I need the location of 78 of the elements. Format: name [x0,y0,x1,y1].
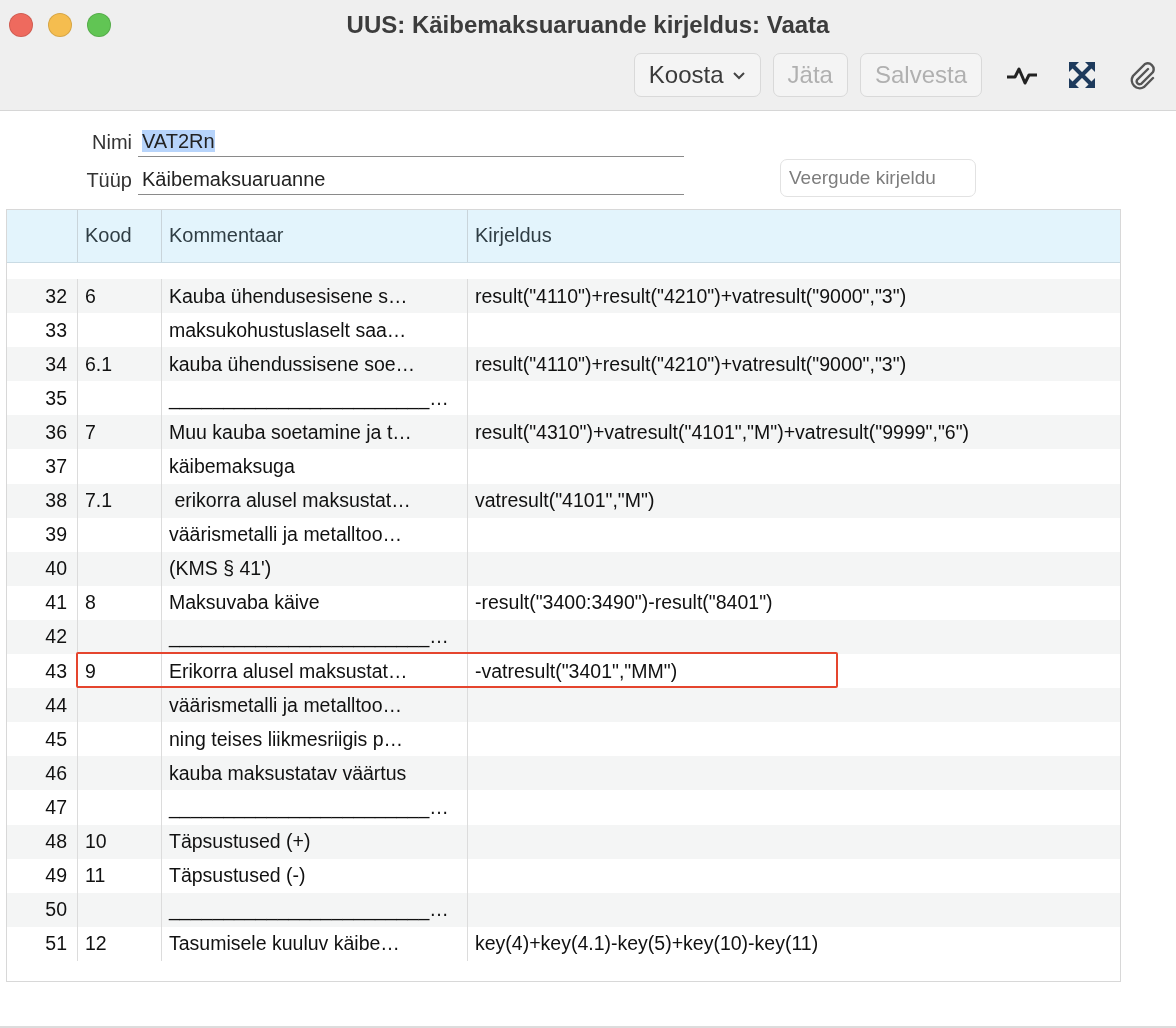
table-cell: ________________________… [169,625,449,649]
column-header[interactable]: Kommentaar [169,224,284,246]
row-number: 50 [45,898,67,922]
row-number: 39 [45,523,67,547]
row-number: 40 [45,557,67,581]
table-cell-text: erikorra alusel maksustat… [173,489,411,513]
table-cell: Täpsustused (-) [169,864,306,888]
table-cell: kauba ühendussisene soe… [169,352,416,376]
table-cell: Täpsustused (+) [169,830,311,854]
row-number: 45 [45,727,67,751]
table-row[interactable]: 48 10 Täpsustused (+) [7,824,1120,859]
table-cell: -result("3400:3490")-result("8401") [475,591,773,615]
input-field[interactable]: VAT2Rn [138,130,684,157]
input-field[interactable]: Käibemaksuaruanne [138,168,684,195]
close-button[interactable] [9,13,33,37]
chevron-icon [731,70,746,80]
table-cell: maksukohustuslaselt saa… [169,318,407,342]
row-number: 47 [45,795,67,819]
table-cell: 6.1 [85,352,113,376]
table-cell: käibemaksuga [169,455,295,478]
row-number: 49 [45,864,67,888]
table-row[interactable]: 38 7.1 erikorra alusel maksustat… vatresult("4101","M") [7,483,1120,518]
table-cell: väärismetalli ja metalltoo… [169,523,402,547]
table-row[interactable]: 44 väärismetalli ja metalltoo… [7,688,1120,723]
row-number: 37 [45,455,67,478]
table-cell: 12 [85,932,107,956]
row-number: 41 [45,591,67,615]
table-cell: -vatresult("3401","MM") [475,659,678,683]
table-cell: 6 [85,284,96,308]
columns-button[interactable]: Veergude kirjeldu [780,159,976,197]
table-row[interactable]: 40 (KMS § 41') [7,551,1120,586]
field-label: Tüüp [85,169,133,193]
table-cell: Tasumisele kuuluv käibe… [169,932,400,956]
table-cell: 10 [85,830,107,854]
table-cell: ________________________… [169,898,449,922]
row-number: 43 [45,659,67,683]
table-cell: Muu kauba soetamine ja t… [169,420,412,444]
row-number: 48 [45,830,67,854]
table-row[interactable]: 36 7 Muu kauba soetamine ja t… result("4310")+vatresult("4101","M")+vatresult("9999","6") [7,415,1120,450]
row-number: 33 [45,318,67,342]
row-number: 36 [45,420,67,444]
table-cell: ________________________… [169,386,449,410]
table-cell: ________________________… [169,795,449,819]
table-row[interactable]: 50 ________________________… [7,892,1120,927]
toolbar-button[interactable]: Koosta [633,53,761,97]
row-number: 44 [45,693,67,717]
row-number: 51 [45,932,67,956]
column-header[interactable]: Kood [85,224,132,246]
table-row[interactable]: 34 6.1 kauba ühendussisene soe… result("4110")+result("4210")+vatresult("9000","3") [7,347,1120,382]
table-row[interactable]: 46 kauba maksustatav väärtus [7,756,1120,791]
table-cell: ning teises liikmesriigis p… [169,727,404,751]
row-number: 38 [45,489,67,513]
table-cell: result("4110")+result("4210")+vatresult("9000","3") [475,284,907,308]
table-cell: 8 [85,591,96,615]
table-cell: Maksuvaba käive [169,591,320,615]
table-cell: result("4310")+vatresult("4101","M")+vatresult("9999","6") [475,420,970,444]
row-number: 42 [45,625,67,649]
table-row[interactable]: 32 6 Kauba ühendusesisene s… result("4110")+result("4210")+vatresult("9000","3") [7,279,1120,314]
table-row[interactable]: 42 ________________________… [7,619,1120,655]
table-cell: vatresult("4101","M") [475,489,655,513]
table-cell: (KMS § 41') [169,557,272,581]
table-cell: väärismetalli ja metalltoo… [169,693,402,717]
field-label: Nimi [91,131,133,155]
table-cell: 7 [85,420,96,444]
row-number: 35 [45,386,67,410]
table-cell: Erikorra alusel maksustat… [169,659,408,683]
row-number: 46 [45,761,67,785]
row-number: 32 [45,284,67,308]
row-number: 34 [45,352,67,376]
table-cell: kauba maksustatav väärtus [169,761,407,785]
column-header[interactable]: Kirjeldus [475,224,552,246]
table-cell: 7.1 [85,489,113,513]
table-cell: Kauba ühendusesisene s… [169,284,408,308]
table-cell: 9 [85,659,96,683]
window-title: UUS: Käibemaksuaruande kirjeldus: Vaata [346,11,830,39]
table-cell: key(4)+key(4.1)-key(5)+key(10)-key(11) [475,932,819,956]
table-cell: 11 [85,864,106,888]
table-cell: result("4110")+result("4210")+vatresult("9000","3") [475,352,907,376]
